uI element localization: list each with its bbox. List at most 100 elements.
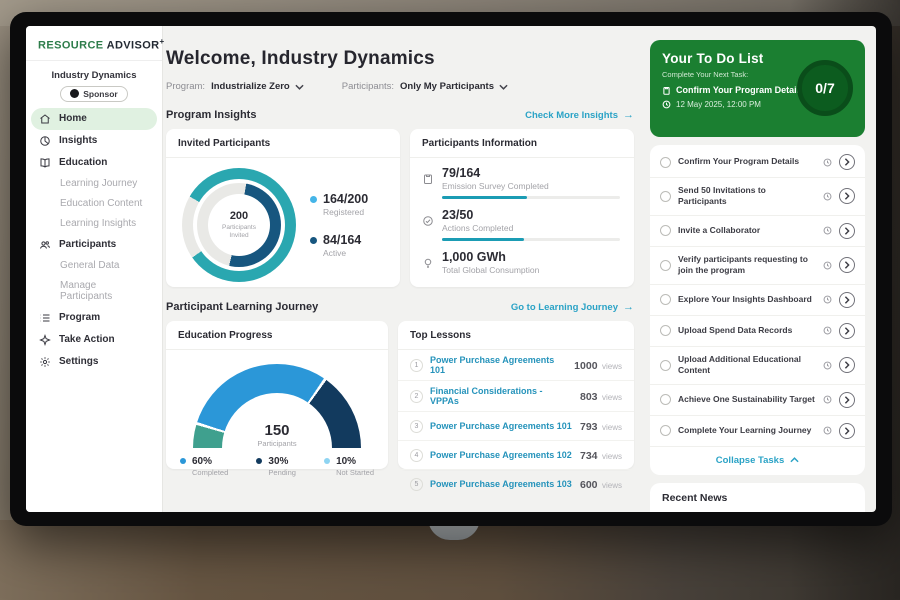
sidebar-item-education[interactable]: Education <box>26 152 162 174</box>
task-open-button[interactable] <box>839 392 855 408</box>
chevron-down-icon <box>499 84 508 90</box>
stat-progress-bar <box>442 238 620 241</box>
check-more-insights-label: Check More Insights <box>525 110 618 121</box>
todo-task-row[interactable]: Upload Additional Educational Content <box>650 347 865 385</box>
education-progress-legend-item: 30%Pending <box>256 456 296 477</box>
todo-task-row[interactable]: Invite a Collaborator <box>650 216 865 247</box>
lesson-views-suffix: views <box>602 423 622 432</box>
clock-icon <box>823 395 832 404</box>
sponsor-badge[interactable]: Sponsor <box>60 86 127 102</box>
sidebar-item-learning-journey[interactable]: Learning Journey <box>26 174 162 194</box>
lesson-views: 793 views <box>580 417 622 435</box>
recent-news-card: Recent News <box>650 483 865 512</box>
task-checkbox[interactable] <box>660 294 671 305</box>
task-checkbox[interactable] <box>660 260 671 271</box>
todo-task-row[interactable]: Complete Your Learning Journey <box>650 416 865 447</box>
sidebar-item-general-data[interactable]: General Data <box>26 256 162 276</box>
todo-task-row[interactable]: Confirm Your Program Details <box>650 147 865 178</box>
sidebar-item-program[interactable]: Program <box>26 307 162 329</box>
insights-icon <box>39 135 51 147</box>
todo-task-row[interactable]: Achieve One Sustainability Target <box>650 385 865 416</box>
task-open-button[interactable] <box>839 323 855 339</box>
todo-task-row[interactable]: Send 50 Invitations to Participants <box>650 178 865 216</box>
task-open-button[interactable] <box>839 357 855 373</box>
task-label: Explore Your Insights Dashboard <box>678 294 816 305</box>
info-stat-survey: 79/164Emission Survey Completed <box>422 166 620 199</box>
task-open-button[interactable] <box>839 257 855 273</box>
lesson-views-suffix: views <box>602 362 622 371</box>
task-checkbox[interactable] <box>660 225 671 236</box>
lesson-views-value: 793 <box>580 421 598 433</box>
program-filter-dropdown[interactable]: Industrialize Zero <box>211 81 304 92</box>
task-open-button[interactable] <box>839 188 855 204</box>
actions-icon <box>422 215 434 227</box>
task-open-button[interactable] <box>839 423 855 439</box>
task-open-button[interactable] <box>839 292 855 308</box>
todo-task-list: Confirm Your Program Details Send 50 Invi… <box>650 147 865 447</box>
lesson-views-value: 600 <box>580 479 598 491</box>
sidebar-item-insights[interactable]: Insights <box>26 130 162 152</box>
todo-due-label: 12 May 2025, 12:00 PM <box>676 100 761 109</box>
lesson-link[interactable]: Power Purchase Agreements 101 <box>430 421 573 431</box>
invited-legend: 164/200Registered84/164Active <box>310 192 368 258</box>
lesson-views-value: 803 <box>580 391 598 403</box>
sidebar-item-settings[interactable]: Settings <box>26 351 162 373</box>
lesson-link[interactable]: Power Purchase Agreements 103 <box>430 479 573 489</box>
legend-dot <box>324 458 330 464</box>
lesson-link[interactable]: Financial Considerations - VPPAs <box>430 386 573 406</box>
home-icon <box>39 113 51 125</box>
program-icon <box>39 312 51 324</box>
go-to-learning-journey-link[interactable]: Go to Learning Journey <box>511 301 634 313</box>
sidebar-item-participants[interactable]: Participants <box>26 234 162 256</box>
sidebar-item-learning-insights[interactable]: Learning Insights <box>26 214 162 234</box>
collapse-tasks-link[interactable]: Collapse Tasks <box>650 447 865 473</box>
clock-icon <box>823 261 832 270</box>
task-open-button[interactable] <box>839 154 855 170</box>
todo-task-row[interactable]: Explore Your Insights Dashboard <box>650 285 865 316</box>
legend-label: Not Started <box>336 468 374 477</box>
learning-journey-title: Participant Learning Journey <box>166 301 318 313</box>
legend-label: Registered <box>323 207 368 217</box>
lesson-rank-badge: 2 <box>410 390 423 403</box>
sidebar-item-manage-participants[interactable]: Manage Participants <box>26 276 162 307</box>
program-insights-header: Program Insights Check More Insights <box>166 109 634 121</box>
sidebar-item-label: Manage Participants <box>60 280 149 302</box>
task-checkbox[interactable] <box>660 191 671 202</box>
task-checkbox[interactable] <box>660 157 671 168</box>
lesson-views: 1000 views <box>574 356 622 374</box>
arrow-right-icon <box>618 110 634 121</box>
participants-information-stats: 79/164Emission Survey Completed23/50Acti… <box>410 158 634 275</box>
clock-icon <box>823 158 832 167</box>
clock-icon <box>823 426 832 435</box>
task-label: Complete Your Learning Journey <box>678 425 816 436</box>
task-label: Send 50 Invitations to Participants <box>678 185 816 208</box>
sidebar-item-take-action[interactable]: Take Action <box>26 329 162 351</box>
stat-progress-fill <box>442 196 527 199</box>
lesson-row: 4Power Purchase Agreements 102734 views <box>398 441 634 470</box>
task-checkbox[interactable] <box>660 425 671 436</box>
lesson-link[interactable]: Power Purchase Agreements 101 <box>430 355 567 375</box>
check-more-insights-link[interactable]: Check More Insights <box>525 109 634 121</box>
lesson-rank-badge: 4 <box>410 449 423 462</box>
sidebar-item-education-content[interactable]: Education Content <box>26 194 162 214</box>
task-checkbox[interactable] <box>660 360 671 371</box>
legend-dot <box>310 237 317 244</box>
main-content: Welcome, Industry Dynamics Program: Indu… <box>166 26 646 512</box>
donut-hole: 200 Participants Invited <box>193 179 285 271</box>
app-logo: RESOURCE ADVISOR+ <box>26 26 162 61</box>
todo-task-row[interactable]: Upload Spend Data Records <box>650 316 865 347</box>
todo-task-row[interactable]: Verify participants requesting to join t… <box>650 247 865 285</box>
task-checkbox[interactable] <box>660 394 671 405</box>
sidebar-item-home[interactable]: Home <box>31 108 157 130</box>
sponsor-badge-label: Sponsor <box>83 89 117 99</box>
todo-panel: Your To Do List Complete Your Next Task:… <box>650 40 865 512</box>
lesson-rank-badge: 5 <box>410 478 423 491</box>
program-filter-label: Program: <box>166 81 205 92</box>
lesson-views-value: 1000 <box>574 360 597 372</box>
participants-filter-dropdown[interactable]: Only My Participants <box>400 81 508 92</box>
participants-icon <box>39 239 51 251</box>
task-checkbox[interactable] <box>660 325 671 336</box>
task-open-button[interactable] <box>839 223 855 239</box>
lesson-link[interactable]: Power Purchase Agreements 102 <box>430 450 573 460</box>
lesson-views-value: 734 <box>580 450 598 462</box>
